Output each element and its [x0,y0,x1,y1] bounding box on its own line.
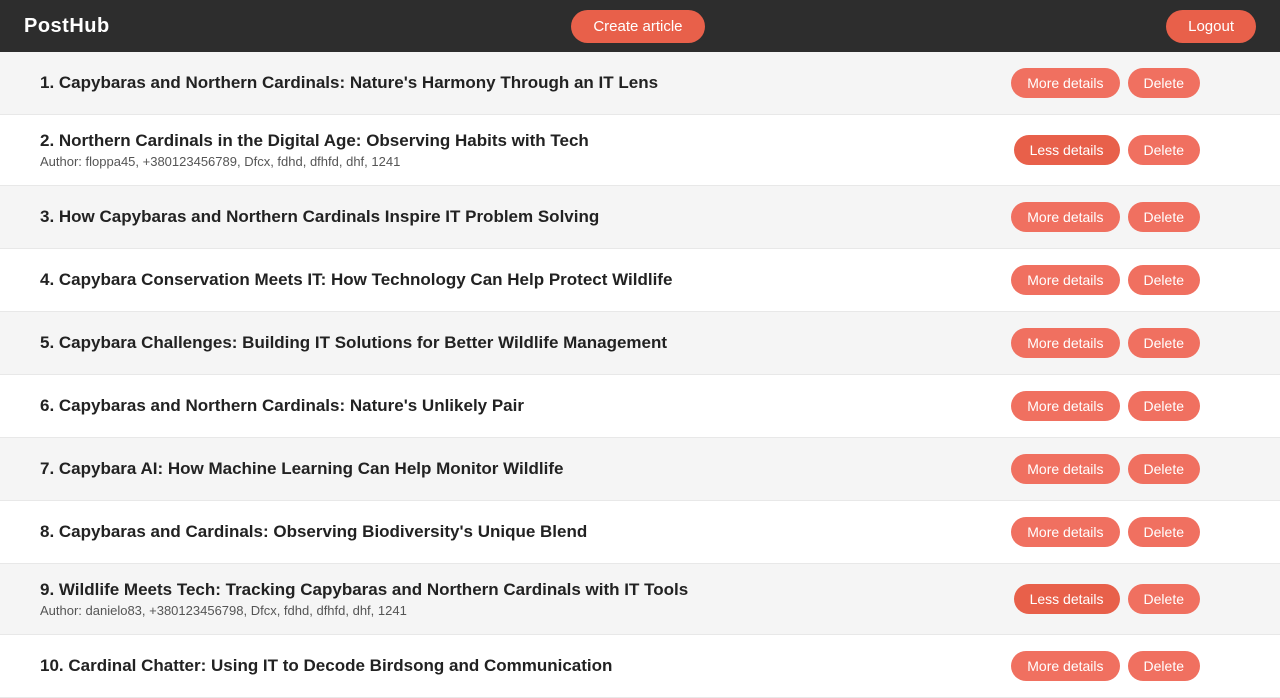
article-title: 6. Capybaras and Northern Cardinals: Nat… [40,396,991,416]
article-content: 3. How Capybaras and Northern Cardinals … [40,207,1011,227]
delete-button[interactable]: Delete [1128,391,1200,421]
more-details-button[interactable]: More details [1011,328,1119,358]
articles-list: 1. Capybaras and Northern Cardinals: Nat… [0,52,1280,698]
article-content: 1. Capybaras and Northern Cardinals: Nat… [40,73,1011,93]
article-content: 10. Cardinal Chatter: Using IT to Decode… [40,656,1011,676]
delete-button[interactable]: Delete [1128,265,1200,295]
article-actions: More details Delete [1011,265,1200,295]
app-logo: PostHub [24,15,110,38]
article-content: 5. Capybara Challenges: Building IT Solu… [40,333,1011,353]
article-row: 10. Cardinal Chatter: Using IT to Decode… [0,635,1280,698]
article-title: 7. Capybara AI: How Machine Learning Can… [40,459,991,479]
article-title: 4. Capybara Conservation Meets IT: How T… [40,270,991,290]
article-title: 8. Capybaras and Cardinals: Observing Bi… [40,522,991,542]
delete-button[interactable]: Delete [1128,584,1200,614]
create-article-button[interactable]: Create article [571,10,704,43]
article-row: 6. Capybaras and Northern Cardinals: Nat… [0,375,1280,438]
article-actions: Less details Delete [1014,135,1200,165]
article-row: 1. Capybaras and Northern Cardinals: Nat… [0,52,1280,115]
article-row: 4. Capybara Conservation Meets IT: How T… [0,249,1280,312]
app-header: PostHub Create article Logout [0,0,1280,52]
article-actions: Less details Delete [1014,584,1200,614]
article-actions: More details Delete [1011,202,1200,232]
article-actions: More details Delete [1011,454,1200,484]
article-title: 10. Cardinal Chatter: Using IT to Decode… [40,656,991,676]
article-row: 8. Capybaras and Cardinals: Observing Bi… [0,501,1280,564]
article-row: 3. How Capybaras and Northern Cardinals … [0,186,1280,249]
delete-button[interactable]: Delete [1128,328,1200,358]
article-title: 3. How Capybaras and Northern Cardinals … [40,207,991,227]
article-actions: More details Delete [1011,651,1200,681]
article-row: 5. Capybara Challenges: Building IT Solu… [0,312,1280,375]
article-row: 7. Capybara AI: How Machine Learning Can… [0,438,1280,501]
delete-button[interactable]: Delete [1128,454,1200,484]
more-details-button[interactable]: More details [1011,517,1119,547]
delete-button[interactable]: Delete [1128,68,1200,98]
more-details-button[interactable]: More details [1011,454,1119,484]
article-row: 2. Northern Cardinals in the Digital Age… [0,115,1280,186]
article-content: 8. Capybaras and Cardinals: Observing Bi… [40,522,1011,542]
article-row: 9. Wildlife Meets Tech: Tracking Capybar… [0,564,1280,635]
delete-button[interactable]: Delete [1128,135,1200,165]
article-content: 6. Capybaras and Northern Cardinals: Nat… [40,396,1011,416]
delete-button[interactable]: Delete [1128,517,1200,547]
article-content: 4. Capybara Conservation Meets IT: How T… [40,270,1011,290]
article-content: 9. Wildlife Meets Tech: Tracking Capybar… [40,580,1014,618]
article-actions: More details Delete [1011,517,1200,547]
article-author: Author: danielo83, +380123456798, Dfcx, … [40,603,994,618]
article-author: Author: floppa45, +380123456789, Dfcx, f… [40,154,994,169]
article-title: 2. Northern Cardinals in the Digital Age… [40,131,994,151]
more-details-button[interactable]: More details [1011,68,1119,98]
delete-button[interactable]: Delete [1128,651,1200,681]
article-actions: More details Delete [1011,328,1200,358]
article-content: 2. Northern Cardinals in the Digital Age… [40,131,1014,169]
more-details-button[interactable]: More details [1011,391,1119,421]
more-details-button[interactable]: More details [1011,651,1119,681]
logout-button[interactable]: Logout [1166,10,1256,43]
article-actions: More details Delete [1011,391,1200,421]
more-details-button[interactable]: More details [1011,265,1119,295]
article-title: 1. Capybaras and Northern Cardinals: Nat… [40,73,991,93]
article-title: 5. Capybara Challenges: Building IT Solu… [40,333,991,353]
less-details-button[interactable]: Less details [1014,584,1120,614]
more-details-button[interactable]: More details [1011,202,1119,232]
article-content: 7. Capybara AI: How Machine Learning Can… [40,459,1011,479]
less-details-button[interactable]: Less details [1014,135,1120,165]
delete-button[interactable]: Delete [1128,202,1200,232]
article-title: 9. Wildlife Meets Tech: Tracking Capybar… [40,580,994,600]
article-actions: More details Delete [1011,68,1200,98]
